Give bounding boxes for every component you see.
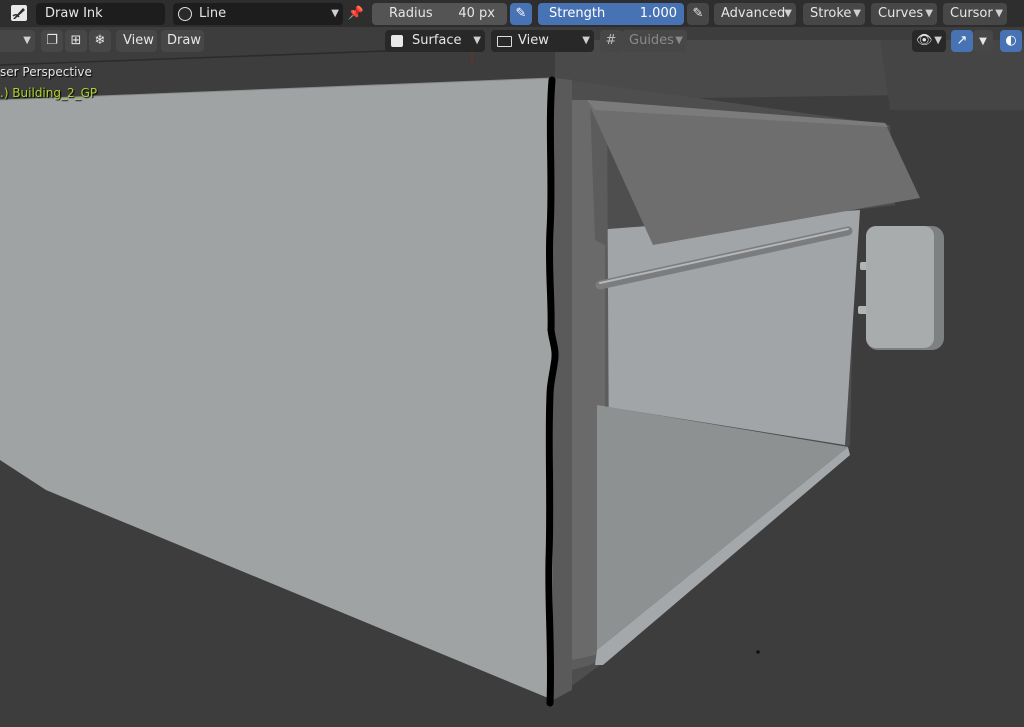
guides-dropdown[interactable]: Guides ▼ [622, 30, 687, 52]
placement-label: Surface [412, 33, 462, 48]
eye-icon: 👁 [916, 33, 933, 48]
menu-stroke-label: Stroke [810, 6, 852, 21]
pen-pressure-icon[interactable]: ✎ [510, 3, 532, 25]
snowflake-icon[interactable]: ❄ [89, 30, 111, 52]
chevron-down-icon: ▼ [331, 8, 339, 19]
orientation-label: View [518, 33, 549, 48]
3d-viewport[interactable] [0, 0, 1024, 727]
radius-label: Radius [389, 6, 433, 21]
monitor-icon [497, 36, 512, 47]
strength-label: Strength [549, 6, 606, 21]
grease-pencil-draw-icon[interactable] [8, 2, 30, 24]
view-menu[interactable]: View [116, 30, 157, 52]
strength-slider[interactable]: Strength 1.000 [538, 3, 684, 25]
pin-icon[interactable]: 📌 [345, 3, 367, 25]
menu-cursor[interactable]: Cursor ▼ [943, 3, 1007, 25]
menu-advanced[interactable]: Advanced ▼ [714, 3, 796, 25]
interior-back-wall [595, 210, 860, 445]
square-icon [391, 35, 403, 47]
grid-icon[interactable]: # [600, 30, 622, 52]
radius-value: 40 px [458, 6, 495, 21]
menu-advanced-label: Advanced [721, 6, 786, 21]
placement-dropdown[interactable]: Surface ▼ [385, 30, 485, 52]
radius-slider[interactable]: Radius 40 px [372, 3, 507, 25]
orientation-dropdown[interactable]: View ▼ [491, 30, 594, 52]
interior-floor [597, 405, 848, 650]
chevron-down-icon: ▼ [925, 8, 933, 19]
chevron-down-icon: ▼ [979, 36, 987, 47]
chevron-down-icon: ▼ [934, 35, 942, 46]
menu-curves-label: Curves [878, 6, 924, 21]
chevron-down-icon: ▼ [995, 8, 1003, 19]
pen-pressure-icon[interactable]: ✎ [687, 3, 709, 25]
menu-cursor-label: Cursor [950, 6, 993, 21]
ink-dot [756, 650, 760, 654]
view-header: ▼ ❐ ⊞ ❄ View Draw Surface ▼ View ▼ # Gui… [0, 27, 1024, 54]
gizmo-dropdown[interactable]: ▼ [973, 30, 993, 52]
building-wall-shade [553, 78, 572, 700]
building-front-wall [0, 78, 553, 700]
tool-header: Draw Ink Line ▼ 📌 Radius 40 px ✎ Strengt… [0, 0, 1024, 27]
chevron-down-icon: ▼ [582, 35, 590, 46]
view-name-label: ser Perspective [0, 65, 92, 79]
draw-menu[interactable]: Draw [161, 30, 204, 52]
multiframe-icon[interactable]: ❐ [41, 30, 63, 52]
chevron-down-icon: ▼ [784, 8, 792, 19]
auto-merge-icon[interactable]: ⊞ [65, 30, 87, 52]
gizmo-icon[interactable]: ↗ [951, 30, 973, 52]
brush-circle-icon [178, 7, 192, 21]
guides-label: Guides [629, 33, 674, 48]
mode-dropdown[interactable]: ▼ [0, 30, 35, 52]
strength-value: 1.000 [639, 6, 677, 21]
menu-stroke[interactable]: Stroke ▼ [803, 3, 865, 25]
visibility-dropdown[interactable]: 👁 ▼ [912, 30, 946, 52]
brush-name-field[interactable]: Draw Ink [36, 3, 165, 25]
wall-sign [866, 226, 934, 348]
stroke-type-label: Line [199, 6, 227, 21]
chevron-down-icon: ▼ [473, 35, 481, 46]
stroke-type-dropdown[interactable]: Line ▼ [173, 3, 343, 25]
chevron-down-icon: ▼ [675, 35, 683, 46]
chevron-down-icon: ▼ [853, 8, 861, 19]
menu-curves[interactable]: Curves ▼ [871, 3, 937, 25]
chevron-down-icon: ▼ [23, 35, 31, 46]
object-name-label: .) Building_2_GP [0, 86, 98, 100]
overlay-icon[interactable]: ◐ [1000, 30, 1022, 52]
